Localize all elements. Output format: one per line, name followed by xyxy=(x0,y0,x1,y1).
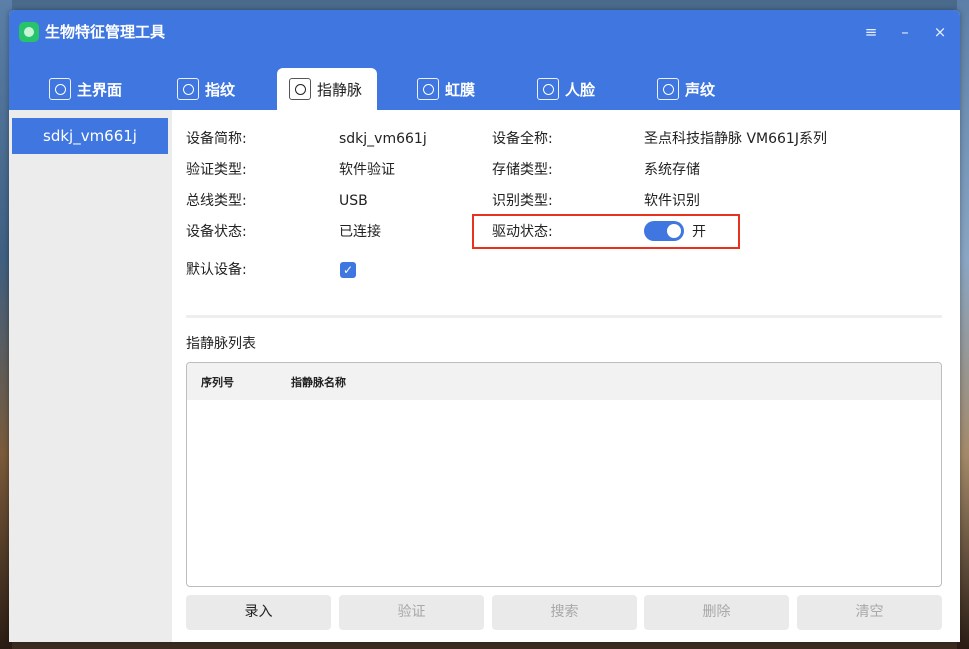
table-header: 序列号 指静脉名称 xyxy=(187,363,941,400)
tab-label: 声纹 xyxy=(685,80,716,99)
menu-icon[interactable]: ≡ xyxy=(859,20,883,44)
enroll-button[interactable]: 录入 xyxy=(186,595,331,630)
iris-icon xyxy=(417,78,439,100)
verify-button[interactable]: 验证 xyxy=(339,595,484,630)
tab-face[interactable]: 人脸 xyxy=(537,68,595,110)
device-sidebar: sdkj_vm661j xyxy=(9,110,172,642)
tab-iris[interactable]: 虹膜 xyxy=(417,68,475,110)
vein-list-table: 序列号 指静脉名称 xyxy=(186,362,942,587)
tab-label: 虹膜 xyxy=(445,80,476,99)
storage-type-value: 系统存储 xyxy=(644,162,700,178)
close-icon[interactable]: × xyxy=(928,20,952,44)
app-logo-icon xyxy=(19,22,39,42)
bus-type-value: USB xyxy=(339,193,368,209)
column-header-serial[interactable]: 序列号 xyxy=(201,374,234,390)
app-window: 生物特征管理工具 ≡ – × 主界面 指纹 指静脉 虹膜 人脸 声纹 sdkj_… xyxy=(9,10,960,642)
identify-type-value: 软件识别 xyxy=(644,193,700,209)
short-name-value: sdkj_vm661j xyxy=(339,131,427,147)
verify-type-value: 软件验证 xyxy=(339,162,395,178)
tab-voiceprint[interactable]: 声纹 xyxy=(657,68,715,110)
tab-label: 主界面 xyxy=(77,80,123,99)
window-title: 生物特征管理工具 xyxy=(45,23,166,41)
driver-status-value: 开 xyxy=(692,224,706,240)
delete-button[interactable]: 删除 xyxy=(644,595,789,630)
face-icon xyxy=(537,78,559,100)
short-name-label: 设备简称: xyxy=(186,131,247,147)
driver-status-label: 驱动状态: xyxy=(492,224,553,240)
tab-bar: 主界面 指纹 指静脉 虹膜 人脸 声纹 xyxy=(9,68,960,110)
full-name-value: 圣点科技指静脉 VM661J系列 xyxy=(644,131,827,147)
device-status-label: 设备状态: xyxy=(186,224,247,240)
tab-label: 人脸 xyxy=(565,80,596,99)
search-button[interactable]: 搜索 xyxy=(492,595,637,630)
voiceprint-icon xyxy=(657,78,679,100)
device-detail-panel: 设备简称: sdkj_vm661j 设备全称: 圣点科技指静脉 VM661J系列… xyxy=(172,110,960,642)
tab-fingerprint[interactable]: 指纹 xyxy=(177,68,235,110)
bus-type-label: 总线类型: xyxy=(186,193,247,209)
home-icon xyxy=(49,78,71,100)
section-divider xyxy=(186,315,942,318)
default-device-checkbox[interactable]: ✓ xyxy=(340,262,356,278)
full-name-label: 设备全称: xyxy=(492,131,553,147)
fingerprint-icon xyxy=(177,78,199,100)
tab-label: 指纹 xyxy=(205,80,236,99)
finger-vein-icon xyxy=(289,78,311,100)
device-status-value: 已连接 xyxy=(339,224,381,240)
minimize-icon[interactable]: – xyxy=(893,20,917,44)
tab-label: 指静脉 xyxy=(317,80,363,99)
tab-main[interactable]: 主界面 xyxy=(49,68,122,110)
tab-finger-vein[interactable]: 指静脉 xyxy=(277,68,377,110)
storage-type-label: 存储类型: xyxy=(492,162,553,178)
vein-list-title: 指静脉列表 xyxy=(186,336,256,352)
verify-type-label: 验证类型: xyxy=(186,162,247,178)
default-device-label: 默认设备: xyxy=(186,262,247,278)
clear-button[interactable]: 清空 xyxy=(797,595,942,630)
titlebar: 生物特征管理工具 ≡ – × 主界面 指纹 指静脉 虹膜 人脸 声纹 xyxy=(9,10,960,110)
column-header-name[interactable]: 指静脉名称 xyxy=(291,374,346,390)
identify-type-label: 识别类型: xyxy=(492,193,553,209)
driver-status-toggle[interactable] xyxy=(644,221,684,241)
sidebar-item-device[interactable]: sdkj_vm661j xyxy=(12,118,168,154)
